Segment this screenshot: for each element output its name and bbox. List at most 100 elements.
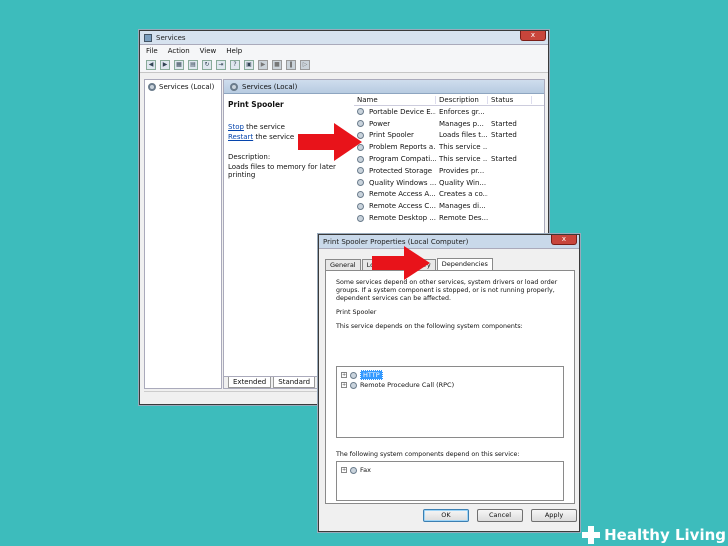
depends-on-label: This service depends on the following sy… bbox=[336, 323, 523, 330]
column-name[interactable]: Name bbox=[354, 95, 436, 104]
table-row[interactable]: Power Manages p... Started bbox=[354, 118, 544, 130]
tree-node-http[interactable]: + HTTP bbox=[341, 370, 559, 380]
service-gear-icon bbox=[357, 108, 364, 116]
back-icon[interactable]: ◀ bbox=[146, 59, 156, 70]
stop-service-icon[interactable]: ■ bbox=[272, 59, 282, 70]
table-row[interactable]: Quality Windows ... Quality Win... bbox=[354, 177, 544, 189]
logo-cross-icon bbox=[582, 526, 601, 544]
dialog-titlebar[interactable]: Print Spooler Properties (Local Computer… bbox=[319, 235, 579, 249]
ok-button[interactable]: OK bbox=[423, 509, 469, 522]
row-name-text: Power bbox=[369, 119, 391, 128]
service-gear-icon bbox=[357, 202, 364, 210]
column-status[interactable]: Status bbox=[488, 95, 532, 104]
red-arrow-dependencies-tab bbox=[372, 246, 430, 280]
row-description: Manages di... bbox=[439, 202, 486, 211]
table-row[interactable]: Portable Device E... Enforces gr... bbox=[354, 106, 544, 118]
services-gear-icon bbox=[148, 83, 156, 91]
expand-icon[interactable]: + bbox=[341, 372, 347, 378]
row-description: Manages p... bbox=[439, 119, 484, 128]
pause-service-icon[interactable]: ❚ bbox=[286, 59, 296, 70]
watermark-logo: Healthy Living bbox=[582, 526, 726, 544]
restart-link[interactable]: Restart bbox=[228, 133, 253, 141]
row-name: Print Spooler bbox=[354, 131, 436, 139]
red-arrow-print-spooler bbox=[298, 123, 362, 161]
column-description[interactable]: Description bbox=[436, 95, 488, 104]
cancel-button[interactable]: Cancel bbox=[477, 509, 523, 522]
table-row[interactable]: Print Spooler Loads files t... Started bbox=[354, 130, 544, 142]
service-name: Print Spooler bbox=[336, 309, 377, 316]
services-titlebar[interactable]: Services bbox=[140, 31, 548, 45]
pane-gear-icon bbox=[230, 82, 238, 91]
list-header: Name Description Status bbox=[354, 94, 544, 106]
row-name-text: Remote Access C... bbox=[369, 202, 436, 211]
service-gear-icon bbox=[357, 190, 364, 198]
tree-node-fax[interactable]: + Fax bbox=[341, 465, 559, 475]
table-row[interactable]: Remote Access A... Creates a co... bbox=[354, 189, 544, 201]
row-description: Provides pr... bbox=[439, 166, 485, 175]
refresh-icon[interactable]: ↻ bbox=[202, 59, 212, 70]
row-name-text: Remote Desktop ... bbox=[369, 214, 436, 223]
table-row[interactable]: Problem Reports a... This service ... bbox=[354, 141, 544, 153]
row-name-text: Protected Storage bbox=[369, 166, 433, 175]
tab-dependencies[interactable]: Dependencies bbox=[436, 258, 493, 270]
services-app-icon bbox=[144, 33, 152, 42]
properties-icon[interactable]: ▤ bbox=[188, 59, 198, 70]
services-close-button[interactable]: x bbox=[520, 31, 546, 41]
description-text: Loads files to memory for later printing bbox=[228, 163, 336, 179]
show-tree-icon[interactable]: ▦ bbox=[174, 59, 184, 70]
row-name: Quality Windows ... bbox=[354, 179, 436, 187]
table-row[interactable]: Remote Access C... Manages di... bbox=[354, 200, 544, 212]
stop-link[interactable]: Stop bbox=[228, 123, 244, 131]
node-label: Remote Procedure Call (RPC) bbox=[360, 381, 455, 389]
expand-icon[interactable]: + bbox=[341, 382, 347, 388]
table-row[interactable]: Protected Storage Provides pr... bbox=[354, 165, 544, 177]
selected-service-title: Print Spooler bbox=[228, 100, 284, 109]
row-name: Protected Storage bbox=[354, 167, 436, 175]
row-name: Problem Reports a... bbox=[354, 143, 436, 151]
restart-service-icon[interactable]: ▷ bbox=[300, 59, 310, 70]
start-service-icon[interactable]: ▶ bbox=[258, 59, 268, 70]
tree-item-services-local[interactable]: Services (Local) bbox=[148, 83, 218, 91]
services-list: Name Description Status Portable Device … bbox=[354, 94, 544, 224]
expand-icon[interactable]: + bbox=[341, 467, 347, 473]
export-icon[interactable]: ⇥ bbox=[216, 59, 226, 70]
tab-standard[interactable]: Standard bbox=[273, 377, 316, 388]
dependents-label: The following system components depend o… bbox=[336, 451, 520, 458]
tree-node-rpc[interactable]: + Remote Procedure Call (RPC) bbox=[341, 380, 559, 390]
menu-view[interactable]: View bbox=[200, 47, 217, 55]
menu-action[interactable]: Action bbox=[168, 47, 190, 55]
help-icon[interactable]: ? bbox=[230, 59, 240, 70]
dialog-close-button[interactable]: x bbox=[551, 235, 577, 245]
menu-file[interactable]: File bbox=[146, 47, 158, 55]
pane-header: Services (Local) bbox=[224, 80, 544, 94]
watermark-text: Healthy Living bbox=[604, 526, 726, 544]
row-description: Creates a co... bbox=[439, 190, 488, 199]
menu-help[interactable]: Help bbox=[226, 47, 242, 55]
tree-pane: Services (Local) bbox=[144, 79, 222, 389]
apply-button[interactable]: Apply bbox=[531, 509, 577, 522]
component-gear-icon bbox=[350, 466, 357, 474]
row-name: Remote Access C... bbox=[354, 202, 436, 210]
row-description: Loads files t... bbox=[439, 131, 488, 140]
row-status: Started bbox=[491, 119, 517, 128]
tree-item-label: Services (Local) bbox=[159, 83, 215, 91]
row-name: Portable Device E... bbox=[354, 108, 436, 116]
table-row[interactable]: Program Compati... This service ... Starte… bbox=[354, 153, 544, 165]
row-description: This service ... bbox=[439, 155, 488, 164]
row-name-text: Portable Device E... bbox=[369, 107, 436, 116]
row-name: Remote Desktop ... bbox=[354, 214, 436, 222]
forward-icon[interactable]: ▶ bbox=[160, 59, 170, 70]
dependencies-panel: Some services depend on other services, … bbox=[325, 270, 575, 504]
row-description: Remote Des... bbox=[439, 214, 488, 223]
service-gear-icon bbox=[357, 214, 364, 222]
service-gear-icon bbox=[357, 167, 364, 175]
row-name-text: Program Compati... bbox=[369, 155, 436, 164]
row-description: This service ... bbox=[439, 143, 488, 152]
dialog-title: Print Spooler Properties (Local Computer… bbox=[323, 237, 469, 246]
table-row[interactable]: Remote Desktop ... Remote Des... bbox=[354, 212, 544, 224]
stop-rest: the service bbox=[243, 123, 285, 131]
toolbar: ◀ ▶ ▦ ▤ ↻ ⇥ ? ▣ ▶ ■ ❚ ▷ bbox=[140, 57, 548, 73]
arrow-shape bbox=[298, 123, 362, 161]
console-icon[interactable]: ▣ bbox=[244, 59, 254, 70]
tab-extended[interactable]: Extended bbox=[228, 377, 272, 388]
